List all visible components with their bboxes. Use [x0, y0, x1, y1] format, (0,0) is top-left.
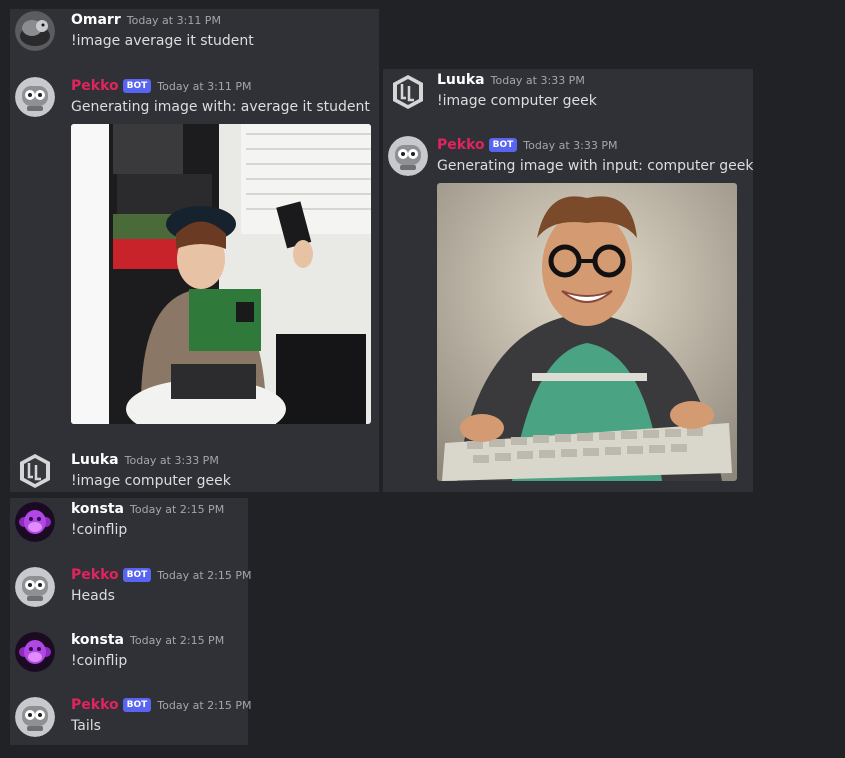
message-header: Pekko BOT Today at 2:15 PM: [71, 564, 251, 586]
avatar-konsta[interactable]: [15, 502, 55, 542]
message-text: !coinflip: [71, 653, 128, 669]
message-text: Generating image with: average it studen…: [71, 99, 370, 115]
message-luuka: Luuka Today at 3:33 PM !image computer ge…: [10, 449, 379, 494]
avatar-pekko[interactable]: [388, 136, 428, 176]
chat-panel-left: Omarr Today at 3:11 PM !image average it …: [10, 9, 379, 492]
robot-avatar-icon: [15, 567, 55, 607]
message-text: Heads: [71, 588, 115, 604]
avatar-pekko[interactable]: [15, 567, 55, 607]
message-header: Pekko BOT Today at 3:11 PM: [71, 75, 251, 97]
bot-badge: BOT: [488, 138, 518, 152]
avatar-pekko[interactable]: [15, 697, 55, 737]
message-text: !image average it student: [71, 33, 254, 49]
author-name[interactable]: Pekko: [71, 697, 119, 713]
message-text: Tails: [71, 718, 101, 734]
avatar-luuka[interactable]: [388, 72, 428, 112]
message-text: Generating image with input: computer ge…: [437, 158, 754, 174]
timestamp: Today at 2:15 PM: [130, 634, 225, 647]
timestamp: Today at 3:11 PM: [126, 14, 221, 27]
monkey-avatar-icon: [15, 632, 55, 672]
timestamp: Today at 2:15 PM: [130, 503, 225, 516]
message-pekko-bot: Pekko BOT Today at 2:15 PM Heads: [10, 564, 251, 614]
message-konsta: konsta Today at 2:15 PM !coinflip: [10, 498, 248, 550]
student-photo: [71, 124, 371, 424]
chat-panel-right: Luuka Today at 3:33 PM !image computer ge…: [383, 69, 753, 492]
animal-avatar-icon: [15, 11, 55, 51]
message-header: konsta Today at 2:15 PM: [71, 498, 224, 520]
author-name[interactable]: konsta: [71, 501, 124, 517]
message-header: konsta Today at 2:15 PM: [71, 629, 224, 651]
bot-badge: BOT: [122, 79, 152, 93]
avatar-konsta[interactable]: [15, 632, 55, 672]
generated-image-student[interactable]: [71, 124, 371, 424]
message-header: Luuka Today at 3:33 PM: [71, 449, 219, 471]
message-konsta: konsta Today at 2:15 PM !coinflip: [10, 629, 248, 679]
monkey-avatar-icon: [15, 502, 55, 542]
author-name[interactable]: Luuka: [437, 72, 485, 88]
robot-avatar-icon: [15, 77, 55, 117]
timestamp: Today at 2:15 PM: [157, 569, 252, 582]
author-name[interactable]: Pekko: [437, 137, 485, 153]
author-name[interactable]: konsta: [71, 632, 124, 648]
avatar-luuka[interactable]: [15, 451, 55, 491]
hexagon-logo-icon: [388, 72, 428, 112]
generated-image-geek[interactable]: [437, 183, 737, 481]
chat-panel-bottom: konsta Today at 2:15 PM !coinflip Pekko BO…: [10, 498, 251, 745]
author-name[interactable]: Luuka: [71, 452, 119, 468]
message-header: Pekko BOT Today at 3:33 PM: [437, 134, 617, 156]
message-pekko-bot: Pekko BOT Today at 2:15 PM Tails: [10, 694, 251, 744]
message-omarr: Omarr Today at 3:11 PM !image average it …: [10, 9, 379, 59]
message-pekko-bot: Pekko BOT Today at 3:33 PM Generating imag…: [383, 134, 753, 484]
avatar-omarr[interactable]: [15, 11, 55, 51]
author-name[interactable]: Omarr: [71, 12, 121, 28]
hexagon-logo-icon: [15, 451, 55, 491]
robot-avatar-icon: [15, 697, 55, 737]
timestamp: Today at 2:15 PM: [157, 699, 252, 712]
robot-avatar-icon: [388, 136, 428, 176]
message-text: !image computer geek: [71, 473, 231, 489]
avatar-pekko[interactable]: [15, 77, 55, 117]
bot-badge: BOT: [122, 698, 152, 712]
message-text: !coinflip: [71, 522, 128, 538]
message-header: Omarr Today at 3:11 PM: [71, 9, 221, 31]
message-luuka: Luuka Today at 3:33 PM !image computer ge…: [383, 69, 753, 119]
timestamp: Today at 3:11 PM: [157, 80, 252, 93]
message-header: Luuka Today at 3:33 PM: [437, 69, 585, 91]
author-name[interactable]: Pekko: [71, 78, 119, 94]
author-name[interactable]: Pekko: [71, 567, 119, 583]
timestamp: Today at 3:33 PM: [490, 74, 585, 87]
message-pekko-bot: Pekko BOT Today at 3:11 PM Generating imag…: [10, 75, 379, 425]
bot-badge: BOT: [122, 568, 152, 582]
geek-photo: [437, 183, 737, 481]
timestamp: Today at 3:33 PM: [523, 139, 618, 152]
message-header: Pekko BOT Today at 2:15 PM: [71, 694, 251, 716]
timestamp: Today at 3:33 PM: [124, 454, 219, 467]
message-text: !image computer geek: [437, 93, 597, 109]
